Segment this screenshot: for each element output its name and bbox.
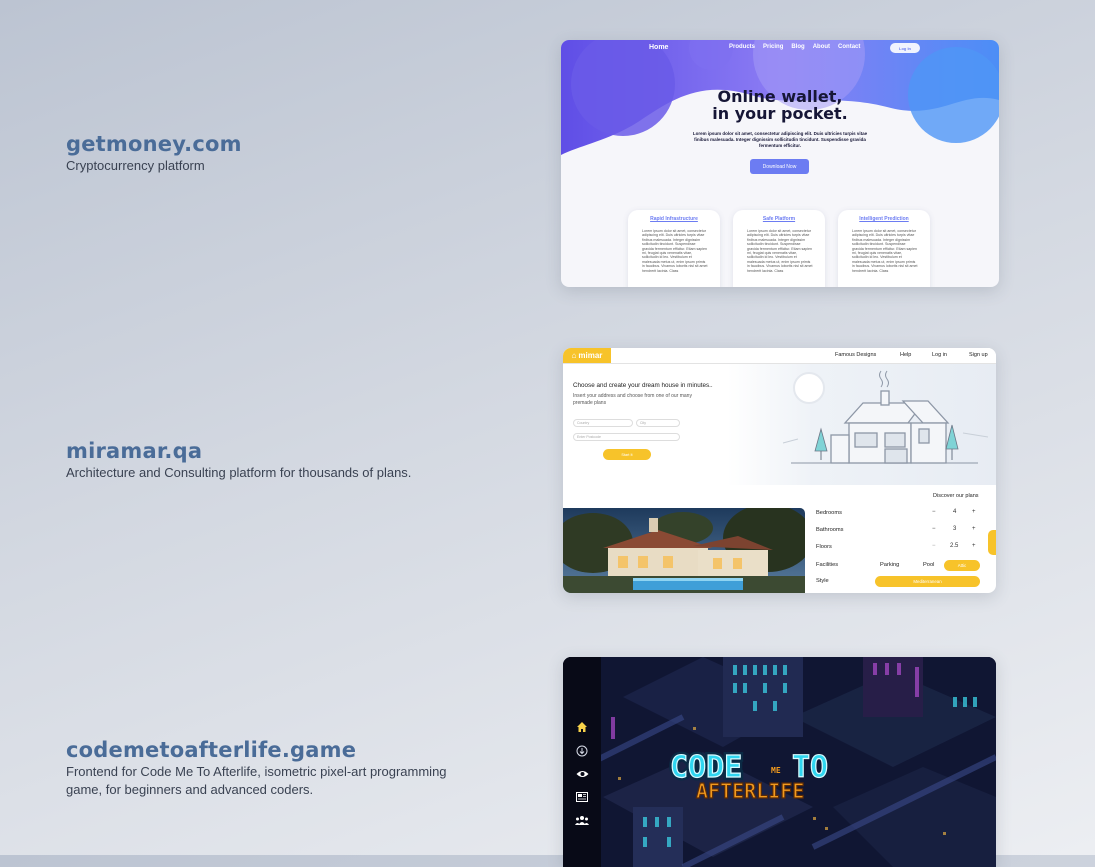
- floors-plus-button[interactable]: +: [972, 543, 976, 549]
- eye-icon[interactable]: [574, 766, 590, 782]
- miramar-city-field[interactable]: City: [636, 419, 680, 427]
- getmoney-feature-card: Safe Platform Lorem ipsum dolor sit amet…: [733, 210, 825, 287]
- bathrooms-value: 3: [953, 526, 957, 532]
- bathrooms-minus-button[interactable]: −: [932, 526, 936, 532]
- miramar-preview[interactable]: ⌂ mimar Famous Designs Help Log in Sign …: [563, 348, 996, 593]
- miramar-bathrooms-label: Bathrooms: [816, 527, 844, 533]
- villa-photo: [563, 508, 805, 593]
- getmoney-card-text: Lorem ipsum dolor sit amet, consectetur …: [747, 229, 813, 273]
- home-icon[interactable]: [574, 719, 590, 735]
- miramar-navbar: ⌂ mimar Famous Designs Help Log in Sign …: [563, 348, 996, 364]
- getmoney-download-button[interactable]: Download Now: [750, 159, 809, 174]
- getmoney-headline: Online wallet, in your pocket.: [561, 88, 999, 122]
- getmoney-nav-links: Products Pricing Blog About Contact: [729, 44, 860, 50]
- getmoney-feature-card: Rapid Infrastructure Lorem ipsum dolor s…: [628, 210, 720, 287]
- getmoney-preview[interactable]: Home Products Pricing Blog About Contact…: [561, 40, 999, 287]
- facility-parking-option[interactable]: Parking: [880, 562, 899, 568]
- miramar-logo[interactable]: ⌂ mimar: [563, 348, 611, 363]
- bedrooms-plus-button[interactable]: +: [972, 509, 976, 515]
- getmoney-nav-link[interactable]: About: [813, 44, 830, 50]
- miramar-floors-label: Floors: [816, 544, 832, 550]
- codemetoafterlife-preview[interactable]: CODE CODE ME TO AFTERLIFE: [563, 657, 996, 867]
- miramar-start-button[interactable]: Start It: [603, 449, 651, 460]
- getmoney-card-title[interactable]: Intelligent Prediction: [838, 216, 930, 222]
- getmoney-nav-home[interactable]: Home: [649, 44, 668, 51]
- logo-me: ME: [771, 766, 781, 775]
- miramar-country-field[interactable]: Country: [573, 419, 633, 427]
- miramar-nav-famous-designs[interactable]: Famous Designs: [835, 352, 876, 358]
- miramar-bedrooms-label: Bedrooms: [816, 510, 842, 516]
- getmoney-nav-link[interactable]: Contact: [838, 44, 860, 50]
- miramar-style-label: Style: [816, 578, 829, 584]
- project-title-getmoney[interactable]: getmoney.com: [66, 132, 242, 156]
- miramar-discover-label: Discover our plans: [933, 493, 979, 499]
- game-logo: CODE CODE ME TO AFTERLIFE: [668, 749, 829, 803]
- bedrooms-minus-button[interactable]: −: [932, 509, 936, 515]
- floors-minus-button[interactable]: −: [932, 543, 936, 549]
- miramar-nav-signup[interactable]: Sign up: [969, 352, 988, 358]
- getmoney-card-title[interactable]: Safe Platform: [733, 216, 825, 222]
- bathrooms-plus-button[interactable]: +: [972, 526, 976, 532]
- miramar-postcode-field[interactable]: Enter Postcode: [573, 433, 680, 441]
- getmoney-card-title[interactable]: Rapid Infrastructure: [628, 216, 720, 222]
- download-icon[interactable]: [574, 743, 590, 759]
- miramar-nav-help[interactable]: Help: [900, 352, 911, 358]
- getmoney-headline-line2: in your pocket.: [712, 104, 848, 123]
- facility-pool-option[interactable]: Pool: [923, 562, 934, 568]
- project-description-codemetoafterlife: Frontend for Code Me To Afterlife, isome…: [66, 764, 447, 797]
- house-outline-icon: ⌂: [571, 351, 577, 360]
- miramar-hero-title: Choose and create your dream house in mi…: [573, 382, 713, 389]
- game-sidebar: [563, 657, 601, 867]
- getmoney-card-text: Lorem ipsum dolor sit amet, consectetur …: [642, 229, 708, 273]
- project-description-miramar: Architecture and Consulting platform for…: [66, 465, 412, 480]
- news-icon[interactable]: [574, 789, 590, 805]
- getmoney-nav-link[interactable]: Blog: [791, 44, 804, 50]
- project-title-miramar[interactable]: miramar.qa: [66, 439, 202, 463]
- miramar-logo-text: mimar: [578, 351, 603, 360]
- miramar-hero-subtitle: Insert your address and choose from one …: [573, 393, 692, 406]
- getmoney-feature-card: Intelligent Prediction Lorem ipsum dolor…: [838, 210, 930, 287]
- getmoney-nav-link[interactable]: Products: [729, 44, 755, 50]
- bedrooms-value: 4: [953, 509, 957, 515]
- miramar-nav-login[interactable]: Log in: [932, 352, 947, 358]
- logo-afterlife: AFTERLIFE: [696, 779, 804, 803]
- getmoney-nav-link[interactable]: Pricing: [763, 44, 783, 50]
- getmoney-subtext: Lorem ipsum dolor sit amet, consectetur …: [692, 131, 868, 148]
- miramar-facilities-label: Facilities: [816, 562, 839, 568]
- villa-photo-image: [563, 508, 805, 593]
- community-icon[interactable]: [574, 812, 590, 828]
- getmoney-headline-line1: Online wallet,: [717, 87, 843, 106]
- getmoney-card-text: Lorem ipsum dolor sit amet, consectetur …: [852, 229, 918, 273]
- facility-attic-option[interactable]: Attic: [944, 560, 980, 571]
- project-title-codemetoafterlife[interactable]: codemetoafterlife.game: [66, 738, 356, 762]
- floors-value: 2.5: [950, 543, 959, 549]
- getmoney-login-button[interactable]: Log In: [890, 43, 920, 53]
- project-description-getmoney: Cryptocurrency platform: [66, 158, 205, 173]
- miramar-side-tab[interactable]: [988, 530, 996, 555]
- style-select[interactable]: Mediterranean: [875, 576, 980, 587]
